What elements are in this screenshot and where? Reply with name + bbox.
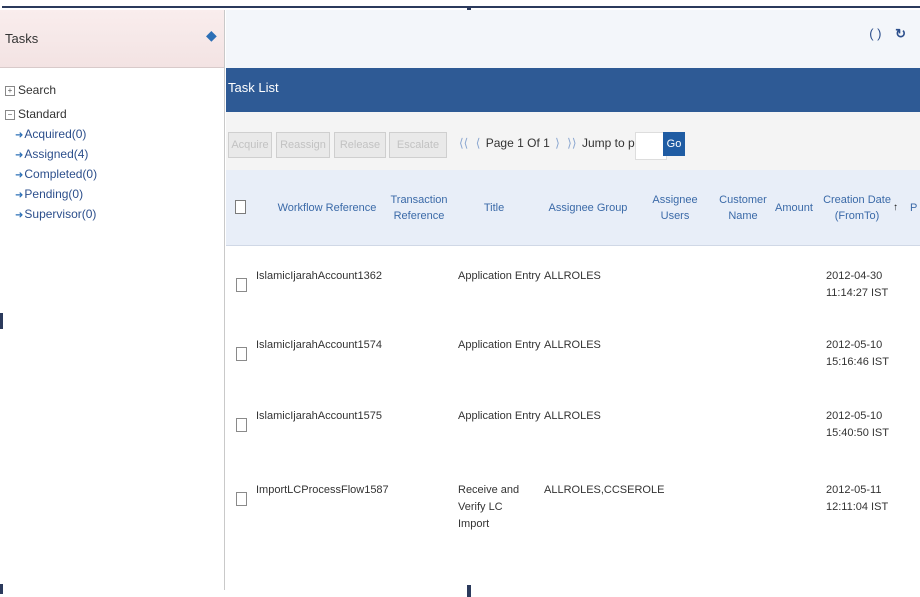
creation-time: 11:14:27 IST xyxy=(826,287,889,299)
page-indicator: Page 1 Of 1 xyxy=(485,136,550,150)
top-border xyxy=(0,0,920,9)
workflow-reference-link[interactable]: IslamicIjarahAccount1575 xyxy=(256,408,382,425)
col-title[interactable]: Title xyxy=(454,170,534,245)
workflow-reference-link[interactable]: IslamicIjarahAccount1574 xyxy=(256,337,382,354)
creation-date: 2012-04-30 xyxy=(826,270,883,282)
select-all-checkbox[interactable] xyxy=(235,200,246,214)
col-workflow-reference[interactable]: Workflow Reference xyxy=(262,170,392,245)
title-cell: Application Entry xyxy=(458,410,541,422)
title-cell: Receive and Verify LC Import xyxy=(458,484,520,530)
action-pager-bar: Acquire Reassign Release Escalate ⟨⟨ ⟨ P… xyxy=(226,112,920,171)
arrow-right-icon: ➜ xyxy=(15,150,24,161)
task-list-area: ( ) ↻ Task List Acquire Reassign Release… xyxy=(226,8,920,597)
assignee-group-cell: ALLROLES xyxy=(544,410,601,422)
tree-item-completed[interactable]: ➜Completed(0) xyxy=(5,164,224,184)
splitter-mark xyxy=(0,584,3,594)
creation-time: 12:11:04 IST xyxy=(826,501,889,513)
tree-node-standard[interactable]: − Standard xyxy=(5,104,224,124)
next-page-icon[interactable]: ⟩ xyxy=(555,136,560,150)
row-checkbox[interactable] xyxy=(236,492,247,506)
splitter-mark xyxy=(0,313,3,329)
assignee-group-cell: ALLROLES xyxy=(544,339,601,351)
sort-arrow-up-icon[interactable]: ↑ xyxy=(893,200,898,216)
tree-node-search[interactable]: + Search xyxy=(5,80,224,100)
creation-date: 2012-05-10 xyxy=(826,339,883,351)
table-row[interactable]: IslamicIjarahAccount1362 Application Ent… xyxy=(226,250,920,321)
release-button[interactable]: Release xyxy=(334,132,386,158)
tree-item-label: Acquired(0) xyxy=(24,127,87,141)
task-tree: + Search − Standard ➜Acquired(0) ➜Assigned… xyxy=(0,68,224,224)
row-checkbox[interactable] xyxy=(236,418,247,432)
tasks-panel-title: Tasks xyxy=(5,31,39,46)
reassign-button[interactable]: Reassign xyxy=(276,132,330,158)
creation-time: 15:40:50 IST xyxy=(826,427,889,439)
task-list-header: Task List xyxy=(226,68,920,112)
collapse-left-icon[interactable]: ◆ xyxy=(206,28,220,42)
tasks-panel-header: Tasks ◆ xyxy=(0,10,224,68)
expand-icon[interactable]: + xyxy=(5,86,15,96)
assignee-group-cell: ALLROLES,CCSEROLE xyxy=(544,484,665,496)
go-button[interactable]: Go xyxy=(663,132,685,156)
col-customer-name[interactable]: Customer Name xyxy=(719,170,767,245)
creation-date-cell: 2012-05-11 12:11:04 IST xyxy=(826,482,888,516)
assignee-group-cell: ALLROLES xyxy=(544,270,601,282)
last-page-icon[interactable]: ⟩⟩ xyxy=(567,136,576,150)
col-assignee-group[interactable]: Assignee Group xyxy=(538,170,638,245)
tree-item-pending[interactable]: ➜Pending(0) xyxy=(5,184,224,204)
row-checkbox[interactable] xyxy=(236,347,247,361)
collapse-icon[interactable]: − xyxy=(5,110,15,120)
table-row[interactable]: ImportLCProcessFlow1587 Receive and Veri… xyxy=(226,464,920,535)
tree-item-acquired[interactable]: ➜Acquired(0) xyxy=(5,124,224,144)
toolbar-icons: ( ) ↻ xyxy=(859,26,906,42)
workflow-reference-link[interactable]: IslamicIjarahAccount1362 xyxy=(256,268,382,285)
col-amount[interactable]: Amount xyxy=(774,170,814,245)
arrow-right-icon: ➜ xyxy=(15,190,24,201)
creation-date: 2012-05-10 xyxy=(826,410,883,422)
prev-page-icon[interactable]: ⟨ xyxy=(476,136,481,150)
tree-item-label: Completed(0) xyxy=(24,167,98,181)
col-transaction-reference[interactable]: Transaction Reference xyxy=(386,170,452,245)
tree-item-label: Assigned(4) xyxy=(24,147,89,161)
arrow-right-icon: ➜ xyxy=(15,170,24,181)
col-creation-date-label: Creation Date (FromTo) xyxy=(823,193,891,222)
tree-node-label: Search xyxy=(18,83,57,97)
title-cell: Application Entry xyxy=(458,339,541,351)
creation-time: 15:16:46 IST xyxy=(826,356,889,368)
first-page-icon[interactable]: ⟨⟨ xyxy=(459,136,468,150)
col-creation-date[interactable]: Creation Date (FromTo) ↑ xyxy=(822,170,898,245)
task-list-title: Task List xyxy=(228,80,279,95)
tree-node-label: Standard xyxy=(18,107,67,121)
tree-item-supervisor[interactable]: ➜Supervisor(0) xyxy=(5,204,224,224)
row-checkbox[interactable] xyxy=(236,278,247,292)
arrow-right-icon: ➜ xyxy=(15,130,24,141)
refresh-icon[interactable]: ↻ xyxy=(895,26,906,41)
creation-date-cell: 2012-05-10 15:16:46 IST xyxy=(826,337,889,371)
top-toolbar: ( ) ↻ xyxy=(226,10,920,69)
escalate-button[interactable]: Escalate xyxy=(389,132,447,158)
pager: ⟨⟨ ⟨ Page 1 Of 1 ⟩ ⟩⟩ xyxy=(457,136,579,150)
tree-item-label: Supervisor(0) xyxy=(24,207,97,221)
creation-date-cell: 2012-05-10 15:40:50 IST xyxy=(826,408,889,442)
table-row[interactable]: IslamicIjarahAccount1574 Application Ent… xyxy=(226,319,920,390)
creation-date: 2012-05-11 xyxy=(826,484,882,496)
tasks-panel: Tasks ◆ + Search − Standard ➜Acquired(0) ➜… xyxy=(0,10,225,594)
col-assignee-users[interactable]: Assignee Users xyxy=(648,170,702,245)
acquire-button[interactable]: Acquire xyxy=(228,132,272,158)
title-cell: Application Entry xyxy=(458,270,541,282)
col-priority[interactable]: P xyxy=(910,170,920,245)
creation-date-cell: 2012-04-30 11:14:27 IST xyxy=(826,268,888,302)
table-row[interactable]: IslamicIjarahAccount1575 Application Ent… xyxy=(226,390,920,461)
tree-item-label: Pending(0) xyxy=(24,187,84,201)
brackets-icon[interactable]: ( ) xyxy=(869,26,881,41)
table-header: Workflow Reference Transaction Reference… xyxy=(226,170,920,246)
workflow-reference-link[interactable]: ImportLCProcessFlow1587 xyxy=(256,482,389,499)
arrow-right-icon: ➜ xyxy=(15,210,24,221)
tree-item-assigned[interactable]: ➜Assigned(4) xyxy=(5,144,224,164)
splitter-mark xyxy=(467,585,471,597)
